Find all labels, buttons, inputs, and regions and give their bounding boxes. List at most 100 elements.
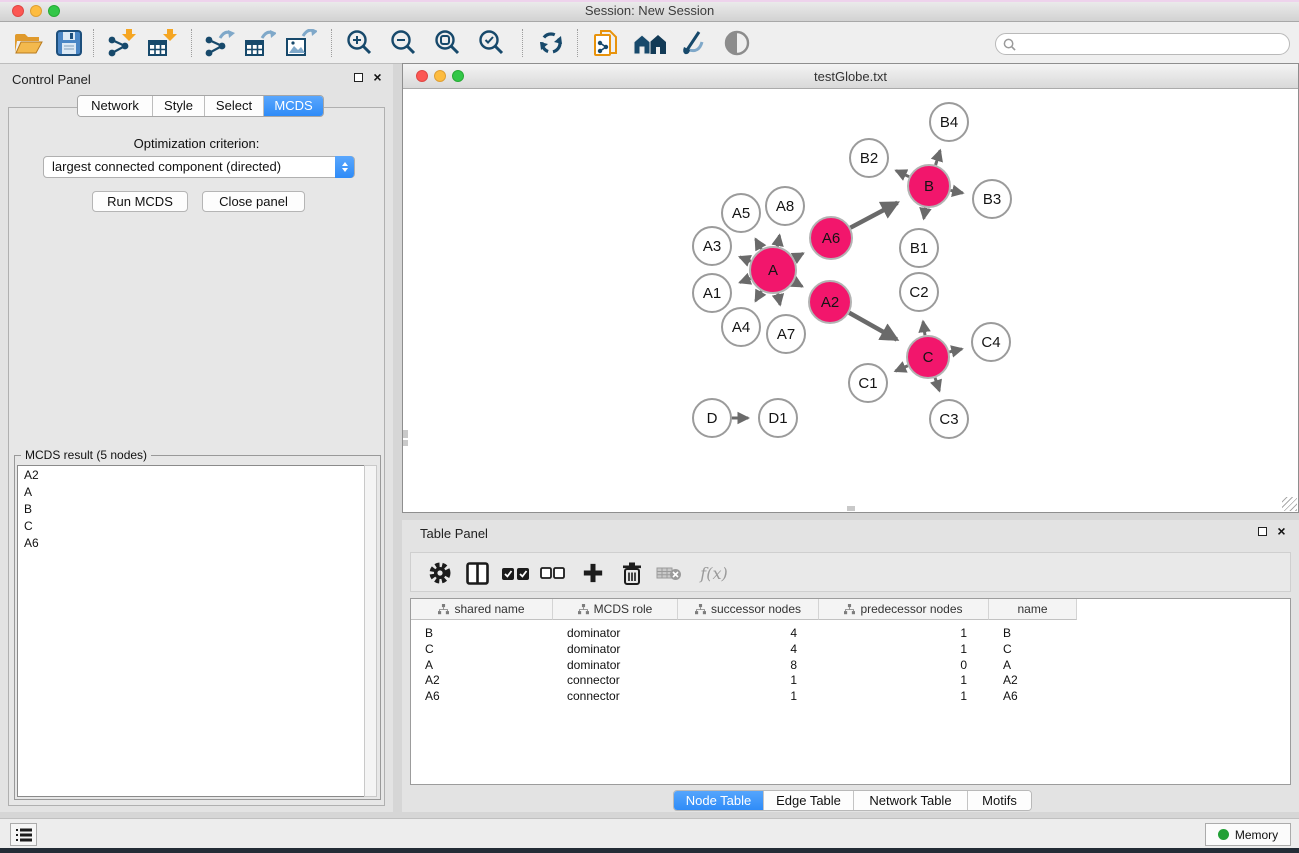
zoom-selected-button[interactable]: [476, 27, 508, 59]
network-zoom-traffic-light[interactable]: [452, 70, 464, 82]
table-cell[interactable]: 0: [819, 657, 967, 673]
table-cell[interactable]: 4: [678, 641, 797, 657]
delete-table-button[interactable]: [655, 560, 683, 586]
save-session-button[interactable]: [53, 27, 85, 59]
table-tab-network-table[interactable]: Network Table: [854, 791, 968, 810]
search-field[interactable]: [995, 33, 1290, 55]
mcds-list-scrollbar[interactable]: [364, 465, 377, 797]
table-cell[interactable]: B: [989, 625, 1055, 641]
criterion-select[interactable]: largest connected component (directed): [43, 156, 355, 178]
network-graph-canvas[interactable]: B4B2BB3A5A8A6A3AB1A1C2A4A7A2CC4C1C3DD1: [403, 89, 1298, 512]
select-all-button[interactable]: [501, 560, 529, 586]
table-cell[interactable]: A: [989, 657, 1055, 673]
control-tab-style[interactable]: Style: [153, 96, 205, 116]
table-header-predecessor-nodes[interactable]: predecessor nodes: [819, 599, 989, 620]
table-cell[interactable]: dominator: [553, 657, 656, 673]
refresh-layout-button[interactable]: [535, 27, 567, 59]
graph-edge-A-A8[interactable]: [777, 235, 779, 246]
zoom-traffic-light[interactable]: [48, 5, 60, 17]
table-header-shared-name[interactable]: shared name: [411, 599, 553, 620]
open-session-button[interactable]: [12, 27, 44, 59]
mcds-result-list[interactable]: A2ABCA6: [17, 465, 366, 797]
graph-edge-C-C1[interactable]: [895, 366, 907, 371]
mcds-result-item[interactable]: C: [18, 517, 365, 534]
zoom-out-button[interactable]: [388, 27, 420, 59]
close-traffic-light[interactable]: [12, 5, 24, 17]
table-tab-motifs[interactable]: Motifs: [968, 791, 1031, 810]
mcds-result-item[interactable]: A: [18, 483, 365, 500]
mcds-result-item[interactable]: A6: [18, 534, 365, 551]
table-cell[interactable]: A6: [989, 688, 1055, 704]
table-cell[interactable]: B: [411, 625, 531, 641]
home-button[interactable]: [631, 27, 669, 59]
table-cell[interactable]: 1: [819, 641, 967, 657]
import-table-button[interactable]: [146, 27, 178, 59]
graph-edge-A-A3[interactable]: [740, 257, 751, 261]
graph-edge-A-A5[interactable]: [756, 239, 762, 249]
table-cell[interactable]: dominator: [553, 625, 656, 641]
close-panel-icon[interactable]: ×: [372, 72, 383, 83]
table-cell[interactable]: A6: [411, 688, 531, 704]
split-view-button[interactable]: [463, 560, 491, 586]
export-network-button[interactable]: [203, 27, 235, 59]
float-table-panel-icon[interactable]: [1257, 526, 1268, 537]
network-window-titlebar[interactable]: testGlobe.txt: [403, 64, 1298, 89]
table-header-successor-nodes[interactable]: successor nodes: [678, 599, 819, 620]
table-header-name[interactable]: name: [989, 599, 1077, 620]
table-cell[interactable]: connector: [553, 672, 656, 688]
graph-edge-A-A4[interactable]: [756, 291, 762, 301]
table-cell[interactable]: dominator: [553, 641, 656, 657]
function-builder-button[interactable]: f(x): [694, 560, 734, 586]
new-network-from-selection-button[interactable]: [590, 27, 622, 59]
toggle-view-button[interactable]: [721, 27, 753, 59]
graph-edge-C-C4[interactable]: [949, 349, 962, 352]
float-panel-icon[interactable]: [353, 72, 364, 83]
zoom-fit-button[interactable]: [432, 27, 464, 59]
graph-edge-B-B1[interactable]: [924, 208, 926, 219]
table-header-MCDS-role[interactable]: MCDS role: [553, 599, 678, 620]
table-cell[interactable]: 1: [678, 672, 797, 688]
table-cell[interactable]: 1: [819, 625, 967, 641]
graph-edge-B-B2[interactable]: [896, 171, 909, 177]
show-hide-graphics-details-button[interactable]: [677, 27, 709, 59]
graph-edge-C-C2[interactable]: [923, 322, 925, 336]
close-panel-button[interactable]: Close panel: [202, 191, 305, 212]
table-cell[interactable]: 1: [819, 672, 967, 688]
run-mcds-button[interactable]: Run MCDS: [92, 191, 188, 212]
zoom-in-button[interactable]: [344, 27, 376, 59]
table-cell[interactable]: C: [411, 641, 531, 657]
graph-edge-A-A1[interactable]: [740, 278, 751, 282]
network-close-traffic-light[interactable]: [416, 70, 428, 82]
mcds-result-item[interactable]: A2: [18, 466, 365, 483]
table-cell[interactable]: 1: [819, 688, 967, 704]
import-network-button[interactable]: [105, 27, 137, 59]
graph-edge-C-C3[interactable]: [935, 378, 939, 391]
mcds-result-item[interactable]: B: [18, 500, 365, 517]
table-cell[interactable]: 1: [678, 688, 797, 704]
table-settings-button[interactable]: [426, 560, 454, 586]
graph-edge-B-B3[interactable]: [951, 190, 963, 193]
network-minimize-traffic-light[interactable]: [434, 70, 446, 82]
close-table-panel-icon[interactable]: ×: [1276, 526, 1287, 537]
search-input[interactable]: [1020, 37, 1289, 51]
graph-edge-A-A7[interactable]: [778, 294, 780, 305]
table-tab-edge-table[interactable]: Edge Table: [764, 791, 854, 810]
task-history-button[interactable]: [10, 823, 37, 846]
add-column-button[interactable]: [579, 560, 607, 586]
window-resize-grip[interactable]: [1282, 497, 1297, 511]
control-tab-select[interactable]: Select: [205, 96, 264, 116]
graph-edge-B-B4[interactable]: [936, 150, 941, 165]
graph-edge-A-A2[interactable]: [794, 282, 802, 287]
table-cell[interactable]: C: [989, 641, 1055, 657]
table-cell[interactable]: A2: [411, 672, 531, 688]
graph-edge-A2-C[interactable]: [849, 313, 897, 340]
deselect-all-button[interactable]: [538, 560, 566, 586]
export-table-button[interactable]: [244, 27, 276, 59]
control-tab-mcds[interactable]: MCDS: [264, 96, 323, 116]
table-cell[interactable]: 4: [678, 625, 797, 641]
control-tab-network[interactable]: Network: [78, 96, 153, 116]
table-cell[interactable]: 8: [678, 657, 797, 673]
memory-button[interactable]: Memory: [1205, 823, 1291, 846]
minimize-traffic-light[interactable]: [30, 5, 42, 17]
delete-column-button[interactable]: [618, 560, 646, 586]
